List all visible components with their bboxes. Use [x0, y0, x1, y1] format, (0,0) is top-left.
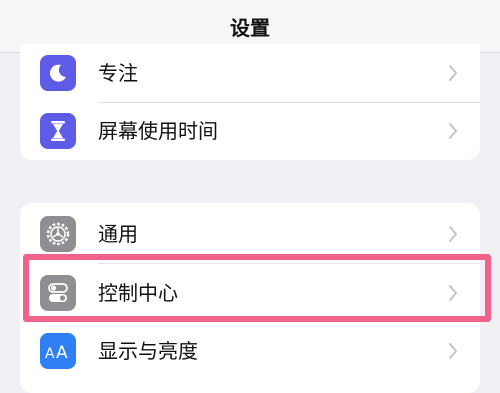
svg-text:A: A — [45, 346, 55, 361]
highlight-annotation-box — [23, 254, 491, 322]
chevron-right-icon — [449, 65, 457, 81]
settings-row-label: 显示与亮度 — [98, 339, 198, 363]
hourglass-icon — [40, 113, 76, 149]
settings-group-focus: 专注 屏幕使用时间 — [20, 44, 480, 160]
chevron-right-icon — [449, 226, 457, 242]
chevron-right-icon — [449, 343, 457, 359]
settings-row-label: 屏幕使用时间 — [98, 119, 218, 143]
moon-icon — [40, 55, 76, 91]
settings-row-display-brightness[interactable]: A A 显示与亮度 — [20, 322, 480, 380]
chevron-right-icon — [449, 123, 457, 139]
settings-row-label: 专注 — [98, 61, 138, 85]
settings-row-screen-time[interactable]: 屏幕使用时间 — [20, 102, 480, 160]
gear-icon — [40, 216, 76, 252]
svg-text:A: A — [56, 343, 68, 361]
settings-row-focus[interactable]: 专注 — [20, 44, 480, 102]
text-size-icon: A A — [40, 333, 76, 369]
page-title: 设置 — [230, 15, 270, 40]
